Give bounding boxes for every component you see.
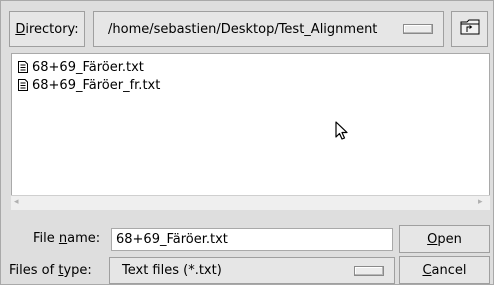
file-name-label: File name:: [33, 231, 101, 246]
folder-up-icon: [459, 18, 481, 40]
directory-path: /home/sebastien/Desktop/Test_Alignment: [108, 21, 378, 37]
cancel-button[interactable]: Cancel: [399, 256, 490, 284]
parent-directory-button[interactable]: [451, 11, 488, 47]
file-name-text: 68+69_Färöer.txt: [32, 59, 144, 75]
scroll-right-icon[interactable]: ▸: [478, 198, 487, 207]
combo-indicator-icon: [403, 24, 433, 34]
combo-indicator-icon: [354, 265, 384, 276]
directory-combo[interactable]: /home/sebastien/Desktop/Test_Alignment: [93, 11, 444, 47]
directory-label: Directory:: [15, 21, 79, 37]
directory-label-box: Directory:: [9, 11, 85, 47]
file-type-label: Files of type:: [9, 263, 92, 278]
file-type-value: Text files (*.txt): [122, 263, 222, 278]
list-item[interactable]: 68+69_Färöer_fr.txt: [18, 77, 160, 93]
file-dialog: Directory: /home/sebastien/Desktop/Test_…: [0, 0, 494, 285]
file-name-text: 68+69_Färöer_fr.txt: [32, 77, 161, 93]
text-file-icon: [18, 79, 28, 91]
file-list[interactable]: 68+69_Färöer.txt 68+69_Färöer_fr.txt: [11, 53, 490, 210]
text-file-icon: [18, 61, 28, 73]
mouse-pointer-icon: [335, 121, 349, 145]
file-type-combo[interactable]: Text files (*.txt): [109, 257, 395, 284]
open-button[interactable]: Open: [399, 225, 490, 253]
scroll-left-icon[interactable]: ◂: [14, 198, 23, 207]
file-name-input[interactable]: [111, 228, 393, 251]
horizontal-scrollbar[interactable]: ◂ ▸: [11, 195, 490, 210]
list-item[interactable]: 68+69_Färöer.txt: [18, 59, 144, 75]
